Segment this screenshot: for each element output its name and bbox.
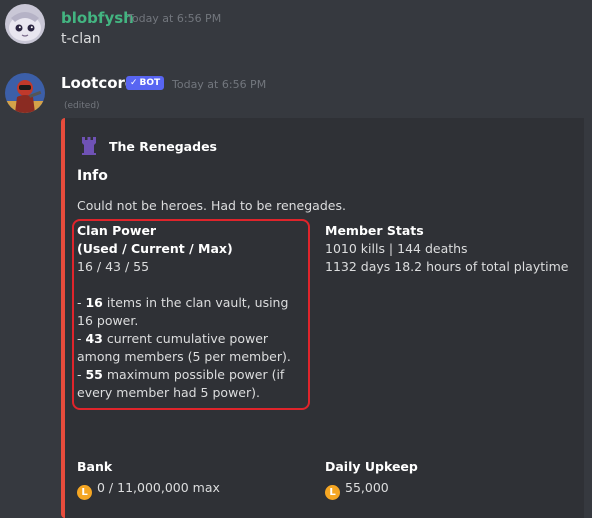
member-stats-line: 1132 days 18.2 hours of total playtime <box>325 259 569 274</box>
edited-label: (edited) <box>64 101 100 111</box>
upkeep-value-row: L 55,000 <box>325 479 418 500</box>
field-name: Member Stats <box>325 223 424 238</box>
checkmark-icon: ✓ <box>130 78 138 88</box>
highlight-box <box>72 219 310 410</box>
username-blobfysh[interactable]: blobfysh <box>61 9 134 27</box>
upkeep-field: Daily Upkeep L 55,000 <box>325 458 418 500</box>
bot-badge: ✓ BOT <box>126 76 165 90</box>
user-avatar-blobfysh[interactable] <box>5 4 45 44</box>
message-timestamp: Today at 6:56 PM <box>172 78 267 91</box>
member-stats-field: Member Stats 1010 kills | 144 deaths 113… <box>325 222 568 276</box>
bot-badge-label: BOT <box>139 78 161 88</box>
field-name: Bank <box>77 459 113 474</box>
message-text: t-clan <box>61 31 101 47</box>
embed-title: Info <box>77 168 108 184</box>
bank-value: 0 / 11,000,000 max <box>97 480 220 495</box>
coin-icon: L <box>77 485 92 500</box>
member-stats-line: 1010 kills | 144 deaths <box>325 241 468 256</box>
embed-author[interactable]: The Renegades <box>109 139 217 154</box>
message-timestamp: Today at 6:56 PM <box>127 12 222 25</box>
bank-field: Bank L 0 / 11,000,000 max <box>77 458 220 500</box>
username-lootcord[interactable]: Lootcord <box>61 74 136 92</box>
bank-value-row: L 0 / 11,000,000 max <box>77 479 220 500</box>
field-name: Daily Upkeep <box>325 459 418 474</box>
coin-icon: L <box>325 485 340 500</box>
bot-avatar-lootcord[interactable] <box>5 73 45 113</box>
embed-description: Could not be heroes. Had to be renegades… <box>77 198 346 213</box>
upkeep-value: 55,000 <box>345 480 389 495</box>
castle-icon <box>80 136 98 160</box>
